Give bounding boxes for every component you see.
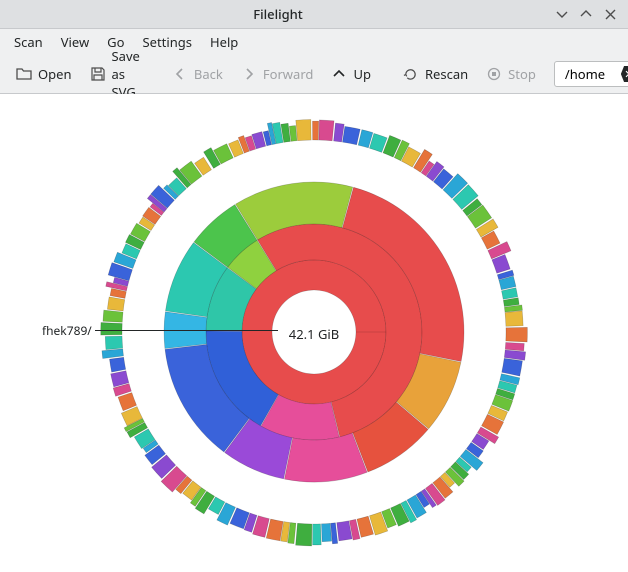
up-button[interactable]: Up	[325, 61, 377, 87]
toolbar: Open Save as SVG Back Forward Up Rescan …	[0, 55, 628, 94]
stop-button[interactable]: Stop	[480, 61, 542, 87]
refresh-icon	[403, 66, 419, 82]
callout-line	[95, 330, 278, 331]
rescan-label: Rescan	[425, 65, 468, 83]
path-input[interactable]	[563, 64, 621, 84]
rescan-button[interactable]: Rescan	[397, 61, 474, 87]
chevron-right-icon	[241, 66, 257, 82]
sunburst-chart[interactable]	[0, 94, 628, 572]
path-field[interactable]: ✕	[554, 61, 628, 87]
up-label: Up	[353, 65, 371, 83]
stop-label: Stop	[508, 65, 536, 83]
clear-path-icon[interactable]: ✕	[621, 66, 628, 82]
menu-help[interactable]: Help	[210, 33, 238, 51]
save-icon	[90, 66, 106, 82]
minimize-icon[interactable]	[552, 4, 572, 24]
open-label: Open	[38, 65, 72, 83]
window-title: Filelight	[253, 5, 303, 23]
forward-button[interactable]: Forward	[235, 61, 320, 87]
back-label: Back	[194, 65, 223, 83]
save-svg-label: Save as SVG	[112, 47, 140, 101]
stop-icon	[486, 66, 502, 82]
menu-settings[interactable]: Settings	[143, 33, 192, 51]
menu-scan[interactable]: Scan	[14, 33, 43, 51]
close-icon[interactable]	[600, 4, 620, 24]
title-bar: Filelight	[0, 0, 628, 29]
forward-label: Forward	[263, 65, 314, 83]
chevron-up-icon	[331, 66, 347, 82]
chevron-left-icon	[172, 66, 188, 82]
maximize-icon[interactable]	[576, 4, 596, 24]
back-button[interactable]: Back	[166, 61, 229, 87]
open-button[interactable]: Open	[10, 61, 78, 87]
folder-open-icon	[16, 66, 32, 82]
chart-canvas: 42.1 GiB fhek789/	[0, 94, 628, 572]
